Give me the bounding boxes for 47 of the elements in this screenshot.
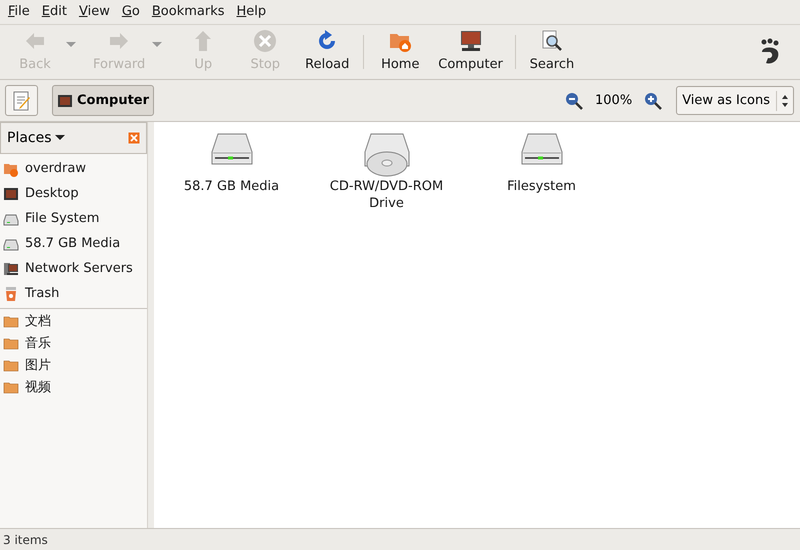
- network-icon: [3, 260, 19, 276]
- optical-drive-icon: [362, 132, 410, 178]
- toolbar-button[interactable]: Reload: [296, 29, 358, 75]
- sidebar-item[interactable]: Desktop: [0, 181, 147, 206]
- drive-icon: [210, 132, 254, 166]
- menu-item[interactable]: Edit: [36, 2, 73, 22]
- computer-icon: [458, 29, 483, 54]
- sidebar-item[interactable]: File System: [0, 206, 147, 231]
- zoom-out-icon[interactable]: [565, 92, 584, 110]
- drive-item[interactable]: Filesystem: [464, 132, 619, 195]
- toolbar-button[interactable]: Search: [520, 29, 583, 75]
- folder-icon: [3, 358, 19, 374]
- caret-icon: [54, 135, 65, 141]
- trash-icon: [3, 286, 19, 302]
- sidebar-item[interactable]: 58.7 GB Media: [0, 231, 147, 256]
- search-icon: [540, 29, 564, 54]
- desktop-icon: [3, 186, 19, 202]
- sidebar-item[interactable]: overdraw: [0, 156, 147, 181]
- toolbar-button[interactable]: Computer: [431, 29, 510, 75]
- path-button[interactable]: Computer: [52, 85, 154, 116]
- sidebar-item[interactable]: 视频: [0, 377, 147, 399]
- sidebar-item[interactable]: Network Servers: [0, 256, 147, 281]
- desktop-icon: [57, 92, 73, 108]
- drive-item[interactable]: 58.7 GB Media: [154, 132, 309, 195]
- folder-icon: [3, 336, 19, 352]
- sidebar-item[interactable]: 文档: [0, 311, 147, 333]
- zoom-level: 100%: [595, 92, 632, 110]
- menu-item[interactable]: Go: [116, 2, 146, 22]
- folder-icon: [3, 380, 19, 396]
- sidebar-item[interactable]: Trash: [0, 281, 147, 306]
- menu-item[interactable]: View: [72, 2, 116, 22]
- drive-icon: [520, 132, 564, 166]
- sidebar-item[interactable]: 图片: [0, 355, 147, 377]
- menu-item[interactable]: File: [2, 2, 36, 22]
- close-icon[interactable]: [128, 132, 140, 144]
- menu-item[interactable]: Help: [230, 2, 272, 22]
- drive-item[interactable]: CD-RW/DVD-ROM Drive: [309, 132, 464, 212]
- toggle-location-button[interactable]: [5, 85, 38, 116]
- status-text: 3 items: [3, 532, 48, 548]
- folder-icon: [3, 314, 19, 330]
- sidebar-item[interactable]: 音乐: [0, 333, 147, 355]
- toolbar-button[interactable]: Home: [369, 29, 432, 75]
- menu-item[interactable]: Bookmarks: [146, 2, 231, 22]
- view-mode-dropdown[interactable]: View as Icons: [676, 86, 794, 115]
- stop-icon: [253, 29, 278, 54]
- notepad-pencil-icon: [12, 90, 32, 112]
- zoom-in-icon[interactable]: [644, 92, 662, 110]
